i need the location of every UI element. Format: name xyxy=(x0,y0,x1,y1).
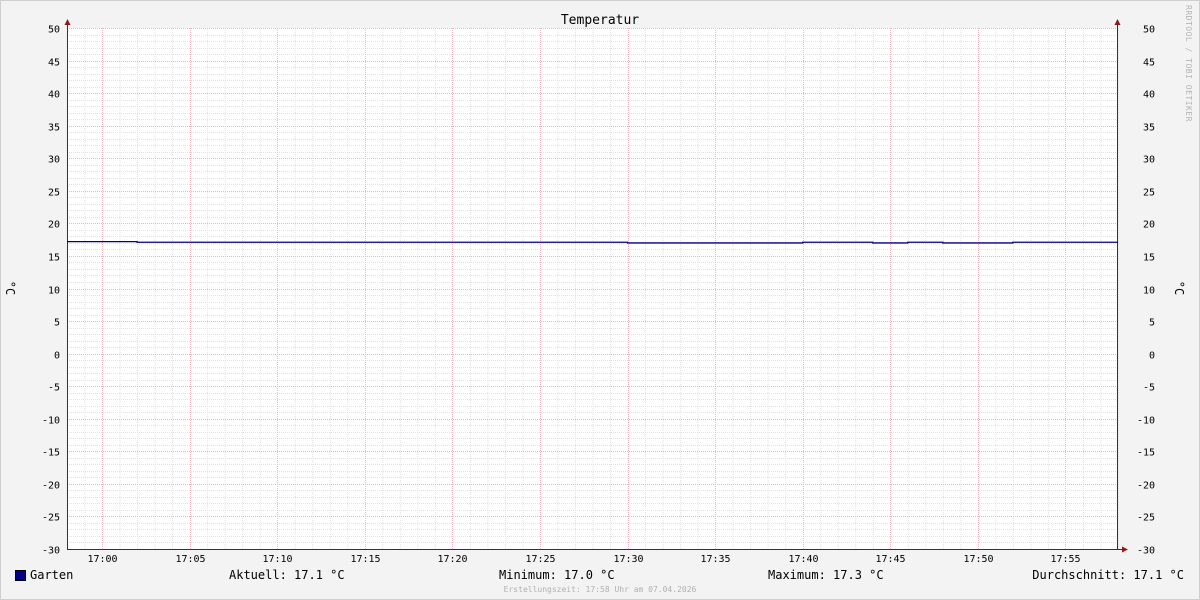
y-tick-label-left: -20 xyxy=(42,481,60,492)
footer-timestamp: Erstellungszeit: 17:58 Uhr am 07.04.2026 xyxy=(503,585,697,594)
legend-minimum: Minimum: 17.0 °C xyxy=(499,568,615,582)
y-tick-label-right: -15 xyxy=(1137,448,1155,459)
y-tick-label-left: -10 xyxy=(42,416,60,427)
x-tick-label: 17:25 xyxy=(525,554,555,565)
y-tick-label-left: 35 xyxy=(48,123,60,134)
y-tick-label-right: -30 xyxy=(1137,546,1155,557)
legend-swatch xyxy=(15,570,26,581)
y-tick-label-right: 35 xyxy=(1143,123,1155,134)
y-tick-label-right: -5 xyxy=(1143,383,1155,394)
y-tick-label-left: 15 xyxy=(48,253,60,264)
x-tick-label: 17:55 xyxy=(1050,554,1080,565)
y-axis-label-left: °C xyxy=(3,281,17,295)
y-tick-label-left: 30 xyxy=(48,155,60,166)
legend-average: Durchschnitt: 17.1 °C xyxy=(1032,568,1184,582)
y-tick-label-right: 40 xyxy=(1143,90,1155,101)
legend-current: Aktuell: 17.1 °C xyxy=(229,568,345,582)
y-tick-label-left: 45 xyxy=(48,58,60,69)
x-tick-label: 17:10 xyxy=(262,554,292,565)
y-axis-left-arrow xyxy=(64,19,71,25)
y-tick-label-right: 0 xyxy=(1149,351,1155,362)
y-tick-label-left: 50 xyxy=(48,25,60,36)
y-tick-label-right: 45 xyxy=(1143,58,1155,69)
temperature-chart: 50 5045 4540 4035 3530 3025 2520 2015 1510 105 50 0… xyxy=(3,13,1186,565)
y-tick-label-left: 0 xyxy=(54,351,60,362)
legend-maximum: Maximum: 17.3 °C xyxy=(768,568,884,582)
x-tick-label: 17:35 xyxy=(700,554,730,565)
y-tick-label-right: -25 xyxy=(1137,513,1155,524)
x-tick-label: 17:30 xyxy=(613,554,643,565)
y-tick-label-left: -15 xyxy=(42,448,60,459)
y-tick-label-left: 10 xyxy=(48,286,60,297)
y-tick-label-right: -20 xyxy=(1137,481,1155,492)
y-tick-label-left: 20 xyxy=(48,220,60,231)
x-tick-label: 17:45 xyxy=(875,554,905,565)
x-tick-label: 17:00 xyxy=(87,554,117,565)
x-tick-label: 17:20 xyxy=(437,554,467,565)
x-tick-label: 17:05 xyxy=(175,554,205,565)
chart-title: Temperatur xyxy=(561,13,639,28)
y-tick-label-right: 20 xyxy=(1143,220,1155,231)
y-tick-label-left: 40 xyxy=(48,90,60,101)
y-tick-label-right: 25 xyxy=(1143,188,1155,199)
y-axis-label-right: °C xyxy=(1172,281,1186,295)
y-tick-label-right: -10 xyxy=(1137,416,1155,427)
x-tick-label: 17:40 xyxy=(788,554,818,565)
y-tick-label-left: 5 xyxy=(54,318,60,329)
y-tick-label-left: -25 xyxy=(42,513,60,524)
legend-series-name: Garten xyxy=(30,568,74,582)
y-tick-label-right: 5 xyxy=(1149,318,1155,329)
x-axis-arrow xyxy=(1122,546,1128,553)
y-tick-label-left: 25 xyxy=(48,188,60,199)
watermark: RRDTOOL / TOBI OETIKER xyxy=(1184,5,1193,122)
y-tick-label-left: -30 xyxy=(42,546,60,557)
y-tick-label-right: 50 xyxy=(1143,25,1155,36)
y-tick-label-right: 10 xyxy=(1143,286,1155,297)
y-tick-label-left: -5 xyxy=(48,383,60,394)
minor-grid xyxy=(67,28,1119,549)
x-tick-label: 17:50 xyxy=(963,554,993,565)
y-tick-label-right: 15 xyxy=(1143,253,1155,264)
y-axis-right-arrow xyxy=(1114,19,1121,25)
y-tick-label-right: 30 xyxy=(1143,155,1155,166)
x-tick-label: 17:15 xyxy=(350,554,380,565)
